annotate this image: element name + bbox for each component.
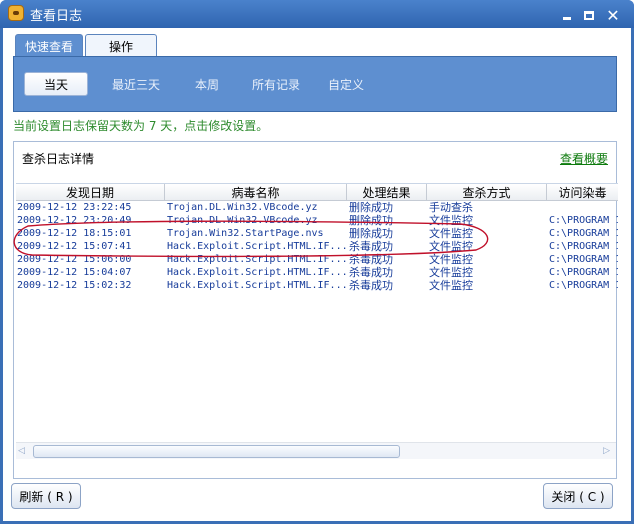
column-header-date[interactable]: 发现日期 [16,184,165,201]
cell-scan-method: 文件监控 [429,214,473,227]
cell-scan-method: 手动查杀 [429,201,473,214]
table-body: 2009-12-12 23:22:45 Trojan.DL.Win32.VBco… [16,201,618,292]
window-client-area: 快速查看 操作 当天 最近三天 本周 所有记录 自定义 当前设置日志保留天数为 … [3,28,631,521]
table-header: 发现日期 病毒名称 处理结果 查杀方式 访问染毒 [16,184,618,201]
cell-path: C:\PROGRAM 1 [549,254,618,265]
minimize-icon[interactable] [558,7,576,23]
table-row[interactable]: 2009-12-12 15:06:00 Hack.Exploit.Script.… [16,253,618,266]
cell-scan-method: 文件监控 [429,240,473,253]
scan-log-details-group: 查杀日志详情 查看概要 发现日期 病毒名称 处理结果 查杀方式 访问染毒 200… [13,141,618,479]
cell-date: 2009-12-12 23:22:45 [17,202,132,213]
filter-last-three-days[interactable]: 最近三天 [98,72,174,96]
filter-custom[interactable]: 自定义 [316,72,376,96]
table-row[interactable]: 2009-12-12 15:07:41 Hack.Exploit.Script.… [16,240,618,253]
refresh-button[interactable]: 刷新 ( R ) [11,483,81,509]
cell-virus-name: Hack.Exploit.Script.HTML.IF... [167,280,347,291]
cell-virus-name: Hack.Exploit.Script.HTML.IF... [167,241,347,252]
title-bar[interactable]: 查看日志 ✕ [0,0,634,28]
horizontal-scrollbar[interactable]: ◁ ▷ [16,442,616,459]
filter-all-records[interactable]: 所有记录 [238,72,314,96]
column-header-accessed-infected[interactable]: 访问染毒 [547,184,618,201]
cell-result: 杀毒成功 [349,266,393,279]
log-table: 发现日期 病毒名称 处理结果 查杀方式 访问染毒 2009-12-12 23:2… [16,183,618,472]
retention-notice[interactable]: 当前设置日志保留天数为 7 天，点击修改设置。 [13,117,268,134]
cell-date: 2009-12-12 15:02:32 [17,280,132,291]
cell-date: 2009-12-12 18:15:01 [17,228,132,239]
table-row[interactable]: 2009-12-12 15:04:07 Hack.Exploit.Script.… [16,266,618,279]
view-summary-link[interactable]: 查看概要 [560,150,608,167]
cell-path: C:\PROGRAM 1 [549,241,618,252]
scroll-left-arrow-icon[interactable]: ◁ [18,446,25,456]
tab-quick-view[interactable]: 快速查看 [15,34,83,58]
column-header-virus-name[interactable]: 病毒名称 [165,184,347,201]
close-icon[interactable]: ✕ [604,6,622,25]
cell-result: 删除成功 [349,227,393,240]
cell-result: 杀毒成功 [349,240,393,253]
scroll-right-arrow-icon[interactable]: ▷ [603,446,610,456]
cell-virus-name: Hack.Exploit.Script.HTML.IF... [167,267,347,278]
cell-virus-name: Trojan.Win32.StartPage.nvs [167,228,324,239]
cell-scan-method: 文件监控 [429,253,473,266]
cell-scan-method: 文件监控 [429,227,473,240]
cell-path: C:\PROGRAM 1 [549,267,618,278]
app-logo-icon [8,5,24,21]
cell-virus-name: Hack.Exploit.Script.HTML.IF... [167,254,347,265]
cell-virus-name: Trojan.DL.Win32.VBcode.yz [167,202,318,213]
cell-result: 杀毒成功 [349,279,393,292]
cell-result: 删除成功 [349,214,393,227]
cell-date: 2009-12-12 15:07:41 [17,241,132,252]
cell-path: C:\PROGRAM 1 [549,280,618,291]
tab-operations[interactable]: 操作 [85,34,157,58]
cell-date: 2009-12-12 15:04:07 [17,267,132,278]
cell-result: 杀毒成功 [349,253,393,266]
log-window: 查看日志 ✕ 快速查看 操作 当天 最近三天 本周 所有记录 自定义 当前设置日… [0,0,634,524]
table-row[interactable]: 2009-12-12 18:15:01 Trojan.Win32.StartPa… [16,227,618,240]
cell-date: 2009-12-12 23:20:49 [17,215,132,226]
column-header-scan-method[interactable]: 查杀方式 [427,184,547,201]
cell-date: 2009-12-12 15:06:00 [17,254,132,265]
cell-scan-method: 文件监控 [429,279,473,292]
filter-today[interactable]: 当天 [24,72,88,96]
column-header-result[interactable]: 处理结果 [347,184,427,201]
filter-panel: 当天 最近三天 本周 所有记录 自定义 [13,56,617,112]
table-row[interactable]: 2009-12-12 23:20:49 Trojan.DL.Win32.VBco… [16,214,618,227]
window-title: 查看日志 [30,9,83,24]
maximize-icon[interactable] [580,7,598,23]
table-row[interactable]: 2009-12-12 15:02:32 Hack.Exploit.Script.… [16,279,618,292]
filter-this-week[interactable]: 本周 [180,72,234,96]
cell-result: 删除成功 [349,201,393,214]
group-title: 查杀日志详情 [22,152,95,166]
scrollbar-thumb[interactable] [33,445,400,458]
cell-path: C:\PROGRAM 1 [549,215,618,226]
cell-scan-method: 文件监控 [429,266,473,279]
cell-path: C:\PROGRAM 1 [549,228,618,239]
table-row[interactable]: 2009-12-12 23:22:45 Trojan.DL.Win32.VBco… [16,201,618,214]
close-button[interactable]: 关闭 ( C ) [543,483,613,509]
cell-virus-name: Trojan.DL.Win32.VBcode.yz [167,215,318,226]
